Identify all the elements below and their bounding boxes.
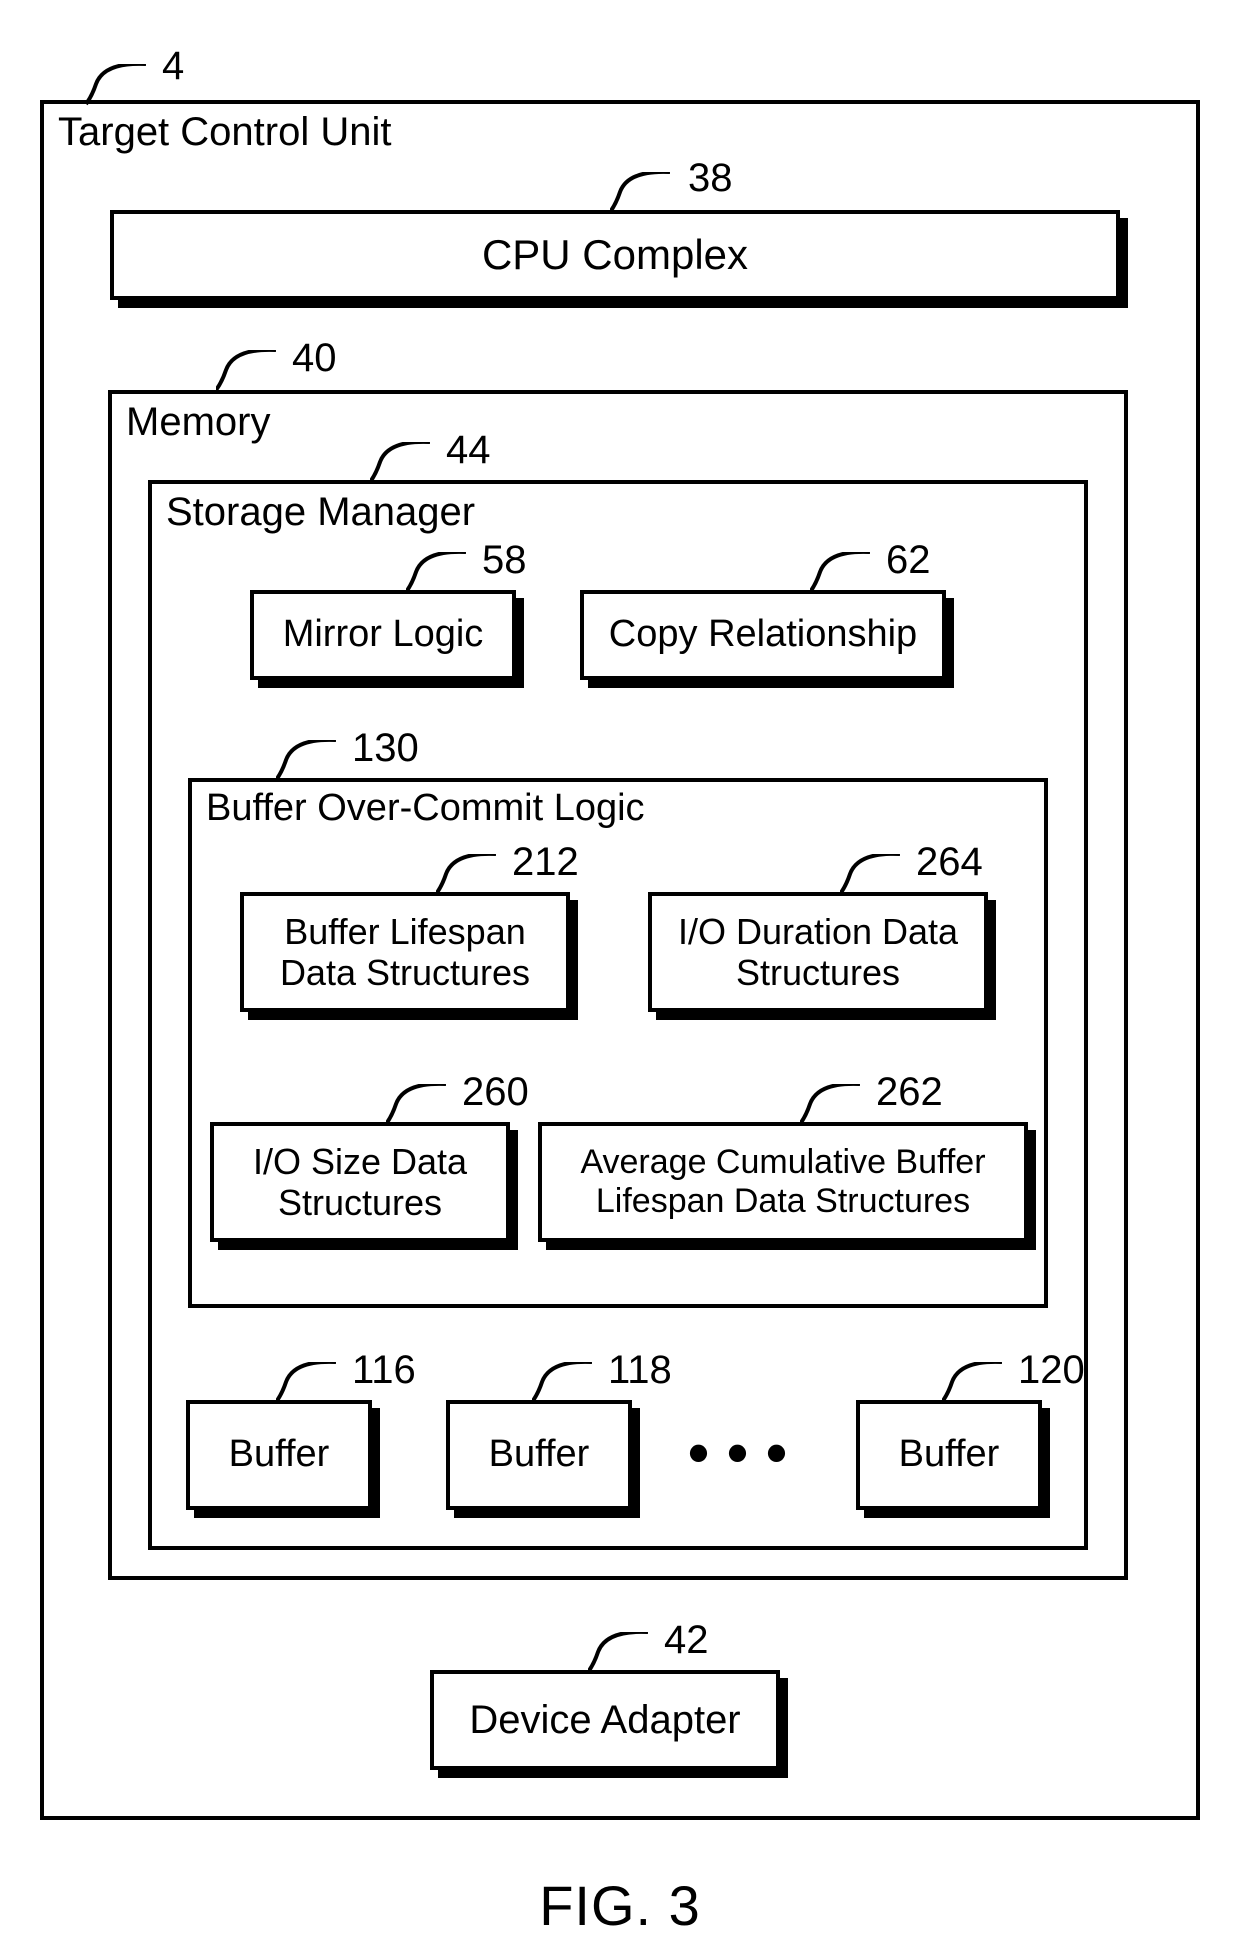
buffer-lifespan-ds-label: Buffer Lifespan Data Structures bbox=[252, 911, 558, 994]
ref-hook-icon bbox=[276, 740, 346, 784]
mirror-logic-label: Mirror Logic bbox=[283, 613, 484, 657]
ref-hook-icon bbox=[276, 1362, 346, 1406]
copy-relationship-block: Copy Relationship bbox=[580, 590, 946, 680]
ref-number: 262 bbox=[876, 1070, 943, 1115]
copy-relationship-label: Copy Relationship bbox=[609, 613, 917, 657]
mirror-logic-block: Mirror Logic bbox=[250, 590, 516, 680]
buffer-block: Buffer bbox=[186, 1400, 372, 1510]
device-adapter-block: Device Adapter bbox=[430, 1670, 780, 1770]
cpu-complex-label: CPU Complex bbox=[482, 231, 748, 279]
avg-cum-buffer-lifespan-ds-label: Average Cumulative Buffer Lifespan Data … bbox=[550, 1143, 1016, 1221]
ref-number: 264 bbox=[916, 840, 983, 885]
ref-hook-icon bbox=[436, 854, 506, 898]
ref-number: 4 bbox=[162, 44, 184, 89]
io-duration-ds-block: I/O Duration Data Structures bbox=[648, 892, 988, 1012]
ref-number: 116 bbox=[352, 1348, 416, 1393]
ref-number: 130 bbox=[352, 726, 419, 771]
figure-caption: FIG. 3 bbox=[0, 1873, 1240, 1938]
ellipsis-icon: ••• bbox=[688, 1418, 805, 1487]
avg-cum-buffer-lifespan-ds-block: Average Cumulative Buffer Lifespan Data … bbox=[538, 1122, 1028, 1242]
ref-hook-icon bbox=[532, 1362, 602, 1406]
memory-title: Memory bbox=[126, 400, 270, 444]
ref-number: 58 bbox=[482, 538, 527, 583]
ref-number: 42 bbox=[664, 1618, 709, 1663]
ref-hook-icon bbox=[216, 350, 286, 394]
storage-manager-title: Storage Manager bbox=[166, 490, 475, 534]
io-size-ds-block: I/O Size Data Structures bbox=[210, 1122, 510, 1242]
buffer-label: Buffer bbox=[899, 1433, 1000, 1477]
cpu-complex-block: CPU Complex bbox=[110, 210, 1120, 300]
ref-number: 260 bbox=[462, 1070, 529, 1115]
ref-hook-icon bbox=[370, 442, 440, 486]
device-adapter-label: Device Adapter bbox=[469, 1697, 740, 1743]
io-duration-ds-label: I/O Duration Data Structures bbox=[660, 911, 976, 994]
ref-number: 38 bbox=[688, 156, 733, 201]
ref-number: 44 bbox=[446, 428, 491, 473]
ref-hook-icon bbox=[800, 1084, 870, 1128]
buffer-lifespan-ds-block: Buffer Lifespan Data Structures bbox=[240, 892, 570, 1012]
buffer-label: Buffer bbox=[489, 1433, 590, 1477]
ref-hook-icon bbox=[406, 552, 476, 596]
io-size-ds-label: I/O Size Data Structures bbox=[222, 1141, 498, 1224]
ref-number: 120 bbox=[1018, 1348, 1085, 1393]
ref-hook-icon bbox=[840, 854, 910, 898]
buffer-overcommit-title: Buffer Over-Commit Logic bbox=[206, 788, 645, 830]
ref-hook-icon bbox=[386, 1084, 456, 1128]
ref-number: 212 bbox=[512, 840, 579, 885]
ref-hook-icon bbox=[610, 172, 680, 216]
ref-hook-icon bbox=[942, 1362, 1012, 1406]
ref-hook-icon bbox=[86, 64, 156, 108]
target-control-unit-title: Target Control Unit bbox=[58, 110, 391, 154]
buffer-block: Buffer bbox=[446, 1400, 632, 1510]
ref-number: 40 bbox=[292, 336, 337, 381]
buffer-label: Buffer bbox=[229, 1433, 330, 1477]
buffer-block: Buffer bbox=[856, 1400, 1042, 1510]
ref-number: 62 bbox=[886, 538, 931, 583]
ref-number: 118 bbox=[608, 1348, 672, 1393]
ref-hook-icon bbox=[588, 1632, 658, 1676]
ref-hook-icon bbox=[810, 552, 880, 596]
